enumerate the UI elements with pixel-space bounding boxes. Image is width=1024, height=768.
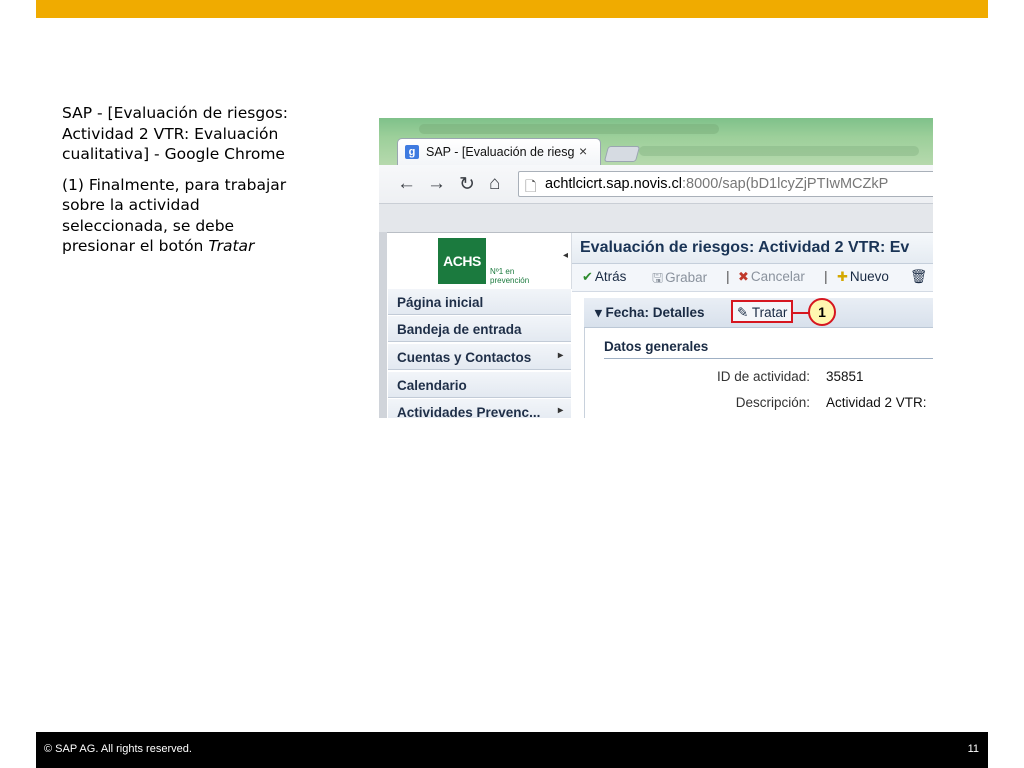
- address-bar[interactable]: 🗋 achtlcicrt.sap.novis.cl:8000/sap(bD1lc…: [518, 171, 933, 197]
- nav-item-label: Cuentas y Contactos: [397, 350, 532, 365]
- cancel-button[interactable]: ✖ Cancelar: [738, 269, 805, 285]
- tab-title: SAP - [Evaluación de riesg: [426, 145, 574, 159]
- field-value: 35851: [826, 369, 864, 384]
- footer-copyright: © SAP AG. All rights reserved.: [44, 743, 192, 755]
- nav-item-bandeja-de-entrada[interactable]: Bandeja de entrada: [388, 316, 571, 342]
- toolbar-separator: |: [824, 268, 828, 284]
- url-host: achtlcicrt.sap.novis.cl: [545, 176, 682, 192]
- field-label: ID de actividad:: [716, 369, 810, 384]
- back-button[interactable]: ✔ Atrás: [582, 269, 626, 285]
- save-button-label: Grabar: [665, 270, 708, 285]
- home-icon[interactable]: ⌂: [489, 173, 500, 195]
- nav-item-cuentas-y-contactos[interactable]: Cuentas y Contactos ▸: [388, 344, 571, 370]
- logo-tagline-line1: Nº1 en: [490, 267, 515, 276]
- field-value: Actividad 2 VTR:: [826, 395, 927, 410]
- new-button[interactable]: ✚ Nuevo: [837, 269, 889, 285]
- google-favicon-icon: g: [405, 145, 419, 159]
- callout-badge: 1: [808, 298, 836, 326]
- chevron-right-icon: ▸: [557, 405, 563, 416]
- frame-edge: [379, 232, 387, 418]
- page-icon: 🗋: [525, 178, 537, 194]
- tratar-button[interactable]: ✎ Tratar: [731, 300, 793, 323]
- achs-logo-area: ACHS Nº1 en prevención: [388, 233, 572, 289]
- close-tab-icon[interactable]: ×: [579, 143, 587, 159]
- delete-icon[interactable]: 🗑: [910, 269, 927, 285]
- panel-title: ▾ Fecha: Detalles: [595, 305, 705, 320]
- back-arrow-icon[interactable]: ←: [397, 173, 416, 195]
- titlebar-blur: [639, 146, 919, 156]
- footer-bar: © SAP AG. All rights reserved. 11: [36, 732, 988, 768]
- cancel-button-label: Cancelar: [750, 269, 805, 284]
- new-icon: ✚: [837, 269, 848, 284]
- forward-arrow-icon[interactable]: →: [427, 173, 446, 195]
- section-title: Datos generales: [604, 339, 933, 359]
- check-icon: ✔: [582, 269, 593, 284]
- browser-screenshot: g SAP - [Evaluación de riesg × ← → ↻ ⌂ 🗋…: [379, 118, 933, 418]
- page-title: Evaluación de riesgos: Actividad 2 VTR: …: [580, 239, 910, 256]
- nav-item-label: Página inicial: [397, 295, 484, 310]
- url-text: achtlcicrt.sap.novis.cl:8000/sap(bD1lcyZ…: [545, 176, 888, 192]
- callout-connector: [793, 312, 809, 314]
- browser-toolbar: ← → ↻ ⌂ 🗋 achtlcicrt.sap.novis.cl:8000/s…: [379, 165, 933, 204]
- action-toolbar: ✔ Atrás 🖫 Grabar | ✖ Cancelar | ✚ Nuevo 🗑: [572, 264, 933, 292]
- bookmark-bar: [379, 204, 933, 233]
- reload-icon[interactable]: ↻: [459, 173, 475, 196]
- logo-tagline-line2: prevención: [490, 276, 530, 285]
- nav-item-label: Calendario: [397, 378, 467, 393]
- edit-icon: ✎: [737, 305, 749, 320]
- nav-item-pagina-inicial[interactable]: Página inicial: [388, 289, 571, 315]
- tratar-button-label: Tratar: [751, 305, 788, 320]
- toolbar-separator: |: [726, 268, 730, 284]
- page-number: 11: [967, 743, 979, 755]
- browser-titlebar: g SAP - [Evaluación de riesg ×: [379, 118, 933, 165]
- new-tab-button[interactable]: [603, 146, 641, 162]
- new-button-label: Nuevo: [849, 269, 889, 284]
- back-button-label: Atrás: [594, 269, 627, 284]
- nav-item-label: Actividades Prevenc...: [397, 405, 541, 418]
- achs-logo: ACHS: [438, 238, 486, 284]
- nav-item-calendario[interactable]: Calendario: [388, 372, 571, 398]
- save-icon: 🖫: [652, 270, 664, 285]
- slide-instruction: (1) Finalmente, para trabajar sobre la a…: [62, 175, 307, 257]
- field-label: Descripción:: [735, 395, 810, 410]
- slide-title: SAP - [Evaluación de riesgos: Actividad …: [62, 104, 288, 163]
- page-header: Evaluación de riesgos: Actividad 2 VTR: …: [572, 233, 933, 264]
- logo-tagline: Nº1 en prevención: [490, 267, 529, 285]
- nav-item-actividades-prevencion[interactable]: Actividades Prevenc... ▸: [388, 399, 571, 418]
- cancel-icon: ✖: [738, 269, 749, 284]
- top-accent-bar: [36, 0, 988, 18]
- slide-text-block: SAP - [Evaluación de riesgos: Actividad …: [62, 103, 307, 267]
- url-path: :8000/sap(bD1lcyZjPTIwMCZkP: [682, 176, 889, 192]
- titlebar-blur: [419, 124, 719, 134]
- save-button[interactable]: 🖫 Grabar: [652, 269, 707, 291]
- instruction-emphasis: Tratar: [208, 237, 255, 255]
- nav-item-label: Bandeja de entrada: [397, 322, 522, 337]
- browser-tab[interactable]: g SAP - [Evaluación de riesg ×: [397, 138, 601, 165]
- chevron-right-icon: ▸: [557, 350, 563, 361]
- collapse-nav-icon[interactable]: ◂: [563, 250, 568, 261]
